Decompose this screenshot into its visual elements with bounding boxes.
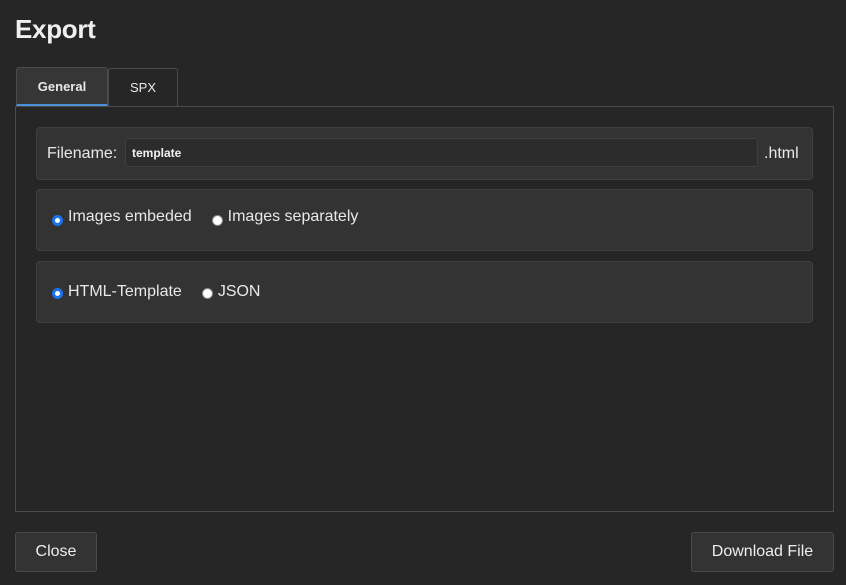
tab-bar: General SPX	[16, 67, 178, 106]
dialog-title: Export	[15, 14, 96, 44]
close-button[interactable]: Close	[15, 532, 97, 572]
radio-selected-icon[interactable]	[52, 214, 63, 226]
filename-input[interactable]	[125, 138, 758, 167]
export-dialog: Export General SPX Filename: .html Image…	[0, 0, 846, 585]
radio-images-embedded[interactable]: Images embeded	[52, 208, 192, 226]
radio-unselected-icon[interactable]	[201, 287, 213, 299]
download-file-button[interactable]: Download File	[691, 532, 834, 572]
radio-unselected-icon[interactable]	[211, 214, 223, 226]
filename-extension: .html	[764, 145, 799, 162]
tab-general[interactable]: General	[16, 67, 108, 106]
format-radio-row: HTML-Template JSON	[52, 283, 280, 301]
radio-label: HTML-Template	[68, 283, 182, 300]
filename-group: Filename: .html	[36, 127, 813, 180]
format-option-group: HTML-Template JSON	[36, 261, 813, 323]
radio-json[interactable]: JSON	[201, 283, 261, 301]
filename-label: Filename:	[47, 145, 118, 162]
radio-label: Images separately	[227, 208, 359, 225]
tab-panel-general: Filename: .html Images embeded Images se…	[15, 106, 834, 512]
radio-images-separately[interactable]: Images separately	[211, 208, 359, 226]
radio-selected-icon[interactable]	[52, 287, 63, 299]
radio-label: Images embeded	[68, 208, 192, 225]
images-option-group: Images embeded Images separately	[36, 189, 813, 251]
radio-html-template[interactable]: HTML-Template	[52, 283, 182, 301]
images-radio-row: Images embeded Images separately	[52, 208, 378, 226]
tab-spx[interactable]: SPX	[108, 68, 178, 106]
radio-label: JSON	[217, 283, 261, 300]
